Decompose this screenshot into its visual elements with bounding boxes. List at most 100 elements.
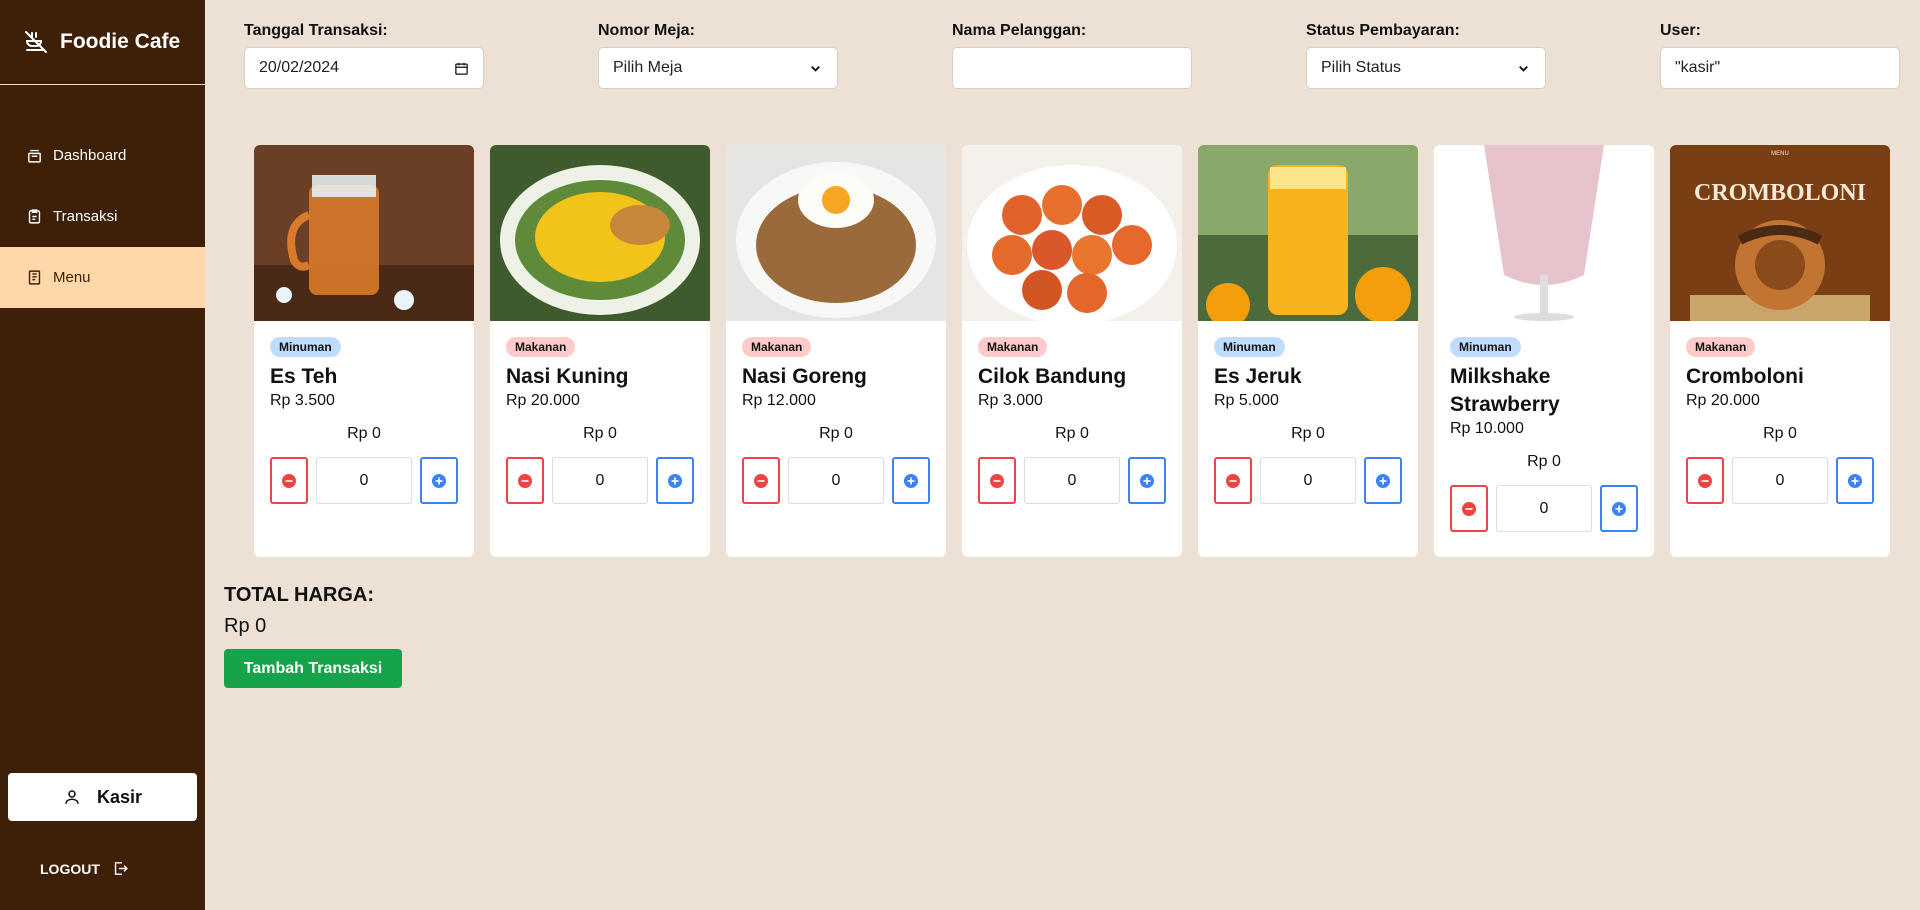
menu-subtotal: Rp 0 [1055,425,1089,442]
menu-card-milkshake-strawberry: Minuman Milkshake Strawberry Rp 10.000 R… [1434,145,1654,557]
decrease-button[interactable] [270,457,308,504]
sidebar-item-dashboard[interactable]: Dashboard [0,125,205,186]
category-badge: Minuman [270,337,341,357]
status-label: Status Pembayaran: [1306,22,1460,39]
cilok-bandung-image [962,145,1182,321]
add-transaction-button[interactable]: Tambah Transaksi [224,649,402,688]
quantity-input[interactable]: 0 [1024,457,1120,504]
cromboloni-image: MENU CROMBOLONI [1670,145,1890,321]
user-field: User: "kasir" [1660,22,1900,89]
brand[interactable]: Foodie Cafe [0,0,205,85]
user-field-label: User: [1660,22,1701,39]
tanggal-input[interactable]: 20/02/2024 [244,47,484,89]
nasi-goreng-image [726,145,946,321]
plus-circle-icon [1848,473,1862,488]
increase-button[interactable] [1364,457,1402,504]
minus-circle-icon [1226,473,1240,488]
user-input[interactable]: "kasir" [1660,47,1900,89]
status-field: Status Pembayaran: Pilih Status [1306,22,1546,89]
user-label: Kasir [96,786,143,807]
pelanggan-input[interactable] [952,47,1192,89]
decrease-button[interactable] [1450,485,1488,532]
meja-value: Pilih Meja [613,59,683,76]
increase-button[interactable] [656,457,694,504]
book-icon [28,270,41,285]
decrease-button[interactable] [1214,457,1252,504]
status-select[interactable]: Pilih Status [1306,47,1546,89]
quantity-input[interactable]: 0 [316,457,412,504]
quantity-stepper: 0 [978,457,1166,504]
minus-circle-icon [754,473,768,488]
minus-circle-icon [1698,473,1712,488]
cromboloni-image-text: CROMBOLONI [1694,180,1866,206]
meja-select[interactable]: Pilih Meja [598,47,838,89]
menu-price: Rp 20.000 [1686,392,1760,409]
plus-circle-icon [1612,501,1626,516]
sidebar-item-label: Menu [53,269,91,286]
quantity-input[interactable]: 0 [1496,485,1592,532]
menu-name: Milkshake Strawberry [1450,365,1560,416]
minus-circle-icon [518,473,532,488]
sidebar-item-transaksi[interactable]: Transaksi [0,186,205,247]
menu-card-es-teh: Minuman Es Teh Rp 3.500 Rp 0 0 [254,145,474,557]
decrease-button[interactable] [742,457,780,504]
quantity-stepper: 0 [1214,457,1402,504]
menu-price: Rp 12.000 [742,392,816,409]
quantity-stepper: 0 [742,457,930,504]
increase-button[interactable] [1128,457,1166,504]
plus-circle-icon [904,473,918,488]
menu-subtotal: Rp 0 [1527,453,1561,470]
main-content: Tanggal Transaksi: 20/02/2024 Nomor Meja… [205,0,1920,910]
minus-circle-icon [1462,501,1476,516]
increase-button[interactable] [1600,485,1638,532]
menu-name: Nasi Kuning [506,365,629,388]
calendar-icon[interactable] [454,61,469,76]
plus-circle-icon [432,473,446,488]
decrease-button[interactable] [978,457,1016,504]
es-teh-image [254,145,474,321]
menu-subtotal: Rp 0 [347,425,381,442]
category-badge: Minuman [1214,337,1285,357]
increase-button[interactable] [1836,457,1874,504]
quantity-stepper: 0 [1450,485,1638,532]
sidebar-item-menu[interactable]: Menu [0,247,205,308]
status-value: Pilih Status [1321,59,1402,76]
menu-card-cromboloni: MENU CROMBOLONI Makanan Cromboloni Rp 20… [1670,145,1890,557]
logout-button[interactable]: LOGOUT [40,860,129,877]
tanggal-label: Tanggal Transaksi: [244,22,388,39]
category-badge: Minuman [1450,337,1521,357]
quantity-input[interactable]: 0 [1260,457,1356,504]
decrease-button[interactable] [1686,457,1724,504]
quantity-stepper: 0 [270,457,458,504]
menu-price: Rp 3.500 [270,392,335,409]
category-badge: Makanan [978,337,1048,357]
chevron-down-icon [1519,65,1528,72]
clipboard-icon [28,209,41,224]
menu-name: Nasi Goreng [742,365,867,388]
quantity-stepper: 0 [1686,457,1874,504]
user-button[interactable]: Kasir [8,773,197,821]
minus-circle-icon [282,473,296,488]
increase-button[interactable] [420,457,458,504]
box-icon [28,149,41,163]
decrease-button[interactable] [506,457,544,504]
no-food-icon [25,31,47,53]
menu-name: Es Teh [270,365,338,388]
menu-price: Rp 5.000 [1214,392,1279,409]
category-badge: Makanan [1686,337,1756,357]
menu-card-cilok-bandung: Makanan Cilok Bandung Rp 3.000 Rp 0 0 [962,145,1182,557]
total-value: Rp 0 [224,615,267,637]
menu-price: Rp 20.000 [506,392,580,409]
tanggal-value: 20/02/2024 [259,59,340,76]
category-badge: Makanan [506,337,576,357]
increase-button[interactable] [892,457,930,504]
quantity-input[interactable]: 0 [1732,457,1828,504]
chevron-down-icon [811,65,820,72]
menu-price: Rp 10.000 [1450,420,1524,437]
tanggal-field: Tanggal Transaksi: 20/02/2024 [244,22,484,89]
meja-field: Nomor Meja: Pilih Meja [598,22,838,89]
quantity-input[interactable]: 0 [552,457,648,504]
category-badge: Makanan [742,337,812,357]
quantity-input[interactable]: 0 [788,457,884,504]
user-icon [65,790,79,804]
